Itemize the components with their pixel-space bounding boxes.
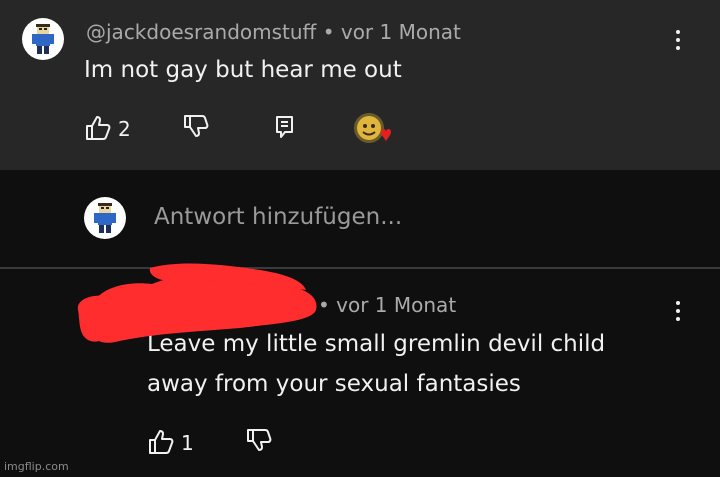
reply-dislike-button[interactable] bbox=[245, 426, 275, 456]
reply-text-line-2: away from your sexual fantasies bbox=[147, 371, 521, 397]
comment-reply-button[interactable] bbox=[273, 114, 297, 140]
comment-like-count: 2 bbox=[118, 117, 131, 141]
thumbs-up-icon bbox=[86, 116, 111, 140]
comment-more-menu-icon[interactable] bbox=[666, 26, 690, 56]
creator-avatar-heart-icon bbox=[354, 113, 391, 143]
reply-meta: • vor 1 Monat bbox=[318, 293, 456, 317]
redaction-scribble bbox=[77, 263, 317, 343]
comment-text: Im not gay but hear me out bbox=[84, 57, 402, 83]
comment-card: @jackdoesrandomstuff • vor 1 Monat Im no… bbox=[0, 0, 720, 170]
own-avatar[interactable] bbox=[84, 197, 126, 239]
comment-dislike-button[interactable] bbox=[182, 112, 212, 142]
meta-separator: • bbox=[322, 20, 335, 44]
thumbs-down-icon bbox=[184, 115, 209, 137]
imgflip-watermark: imgflip.com bbox=[4, 460, 69, 473]
reply-icon bbox=[276, 116, 293, 138]
commenter-avatar[interactable] bbox=[22, 18, 64, 60]
comment-author[interactable]: @jackdoesrandomstuff bbox=[86, 20, 316, 44]
comment-meta: @jackdoesrandomstuff • vor 1 Monat bbox=[86, 20, 461, 44]
reply-like-count: 1 bbox=[181, 431, 194, 455]
comment-like-button[interactable]: 2 bbox=[84, 114, 144, 144]
thumbs-down-icon bbox=[247, 429, 272, 451]
add-reply-input[interactable]: Antwort hinzufügen... bbox=[154, 204, 402, 230]
reply-more-menu-icon[interactable] bbox=[666, 297, 690, 327]
reply-like-button[interactable]: 1 bbox=[147, 428, 207, 458]
thumbs-up-icon bbox=[149, 430, 174, 454]
reply-time: vor 1 Monat bbox=[336, 293, 457, 317]
comment-time: vor 1 Monat bbox=[340, 20, 461, 44]
creator-heart-badge bbox=[353, 112, 393, 146]
